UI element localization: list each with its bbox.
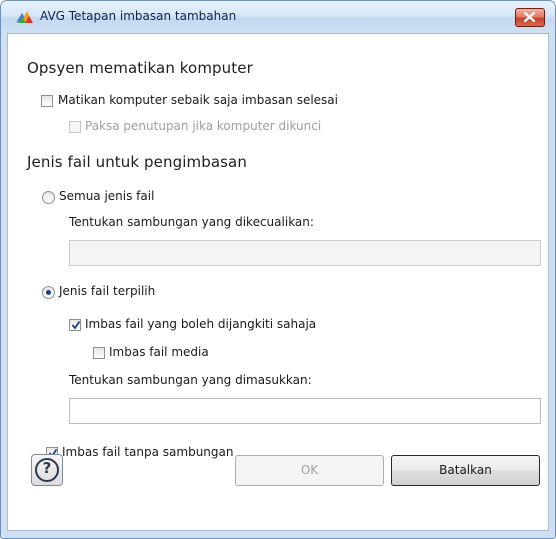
force-shutdown-checkbox[interactable] [69,121,81,133]
shutdown-after-scan-label: Matikan komputer sebaik saja imbasan sel… [58,93,338,107]
dialog-window: AVG Tetapan imbasan tambahan Opsyen mema… [0,0,556,539]
checkmark-icon [71,320,81,330]
scan-infectable-only-label: Imbas fail yang boleh dijangkiti sahaja [85,317,317,331]
scan-infectable-only-checkbox[interactable] [69,319,81,331]
scan-no-extension-label: Imbas fail tanpa sambungan [62,445,234,459]
radio-selected-dot [46,290,51,295]
dialog-content: Opsyen mematikan komputer Matikan komput… [7,33,549,531]
all-file-types-radio[interactable] [42,191,55,204]
excluded-extensions-label: Tentukan sambungan yang dikecualikan: [69,215,314,229]
excluded-extensions-field[interactable] [69,240,541,266]
shutdown-after-scan-checkbox[interactable] [41,95,53,107]
excluded-extensions-input[interactable] [70,241,540,265]
force-shutdown-label: Paksa penutupan jika komputer dikunci [85,119,322,133]
cancel-button[interactable]: Batalkan [391,455,540,486]
file-types-section-title: Jenis fail untuk pengimbasan [27,153,247,171]
help-glyph: ? [42,459,52,477]
included-extensions-field[interactable] [69,398,541,424]
title-bar[interactable]: AVG Tetapan imbasan tambahan [1,1,555,33]
scan-media-label: Imbas fail media [109,345,209,359]
included-extensions-label: Tentukan sambungan yang dimasukkan: [69,373,312,387]
close-button[interactable] [515,8,545,27]
close-icon [524,12,535,22]
scan-media-checkbox[interactable] [93,347,105,359]
selected-file-types-radio[interactable] [42,286,55,299]
shutdown-section-title: Opsyen mematikan komputer [27,59,253,77]
all-file-types-label: Semua jenis fail [59,189,155,203]
included-extensions-input[interactable] [70,399,540,423]
selected-file-types-label: Jenis fail terpilih [59,284,156,298]
help-button[interactable]: ? [31,454,63,486]
window-title: AVG Tetapan imbasan tambahan [40,9,237,23]
ok-button[interactable]: OK [235,455,384,486]
avg-logo-icon [16,11,33,23]
